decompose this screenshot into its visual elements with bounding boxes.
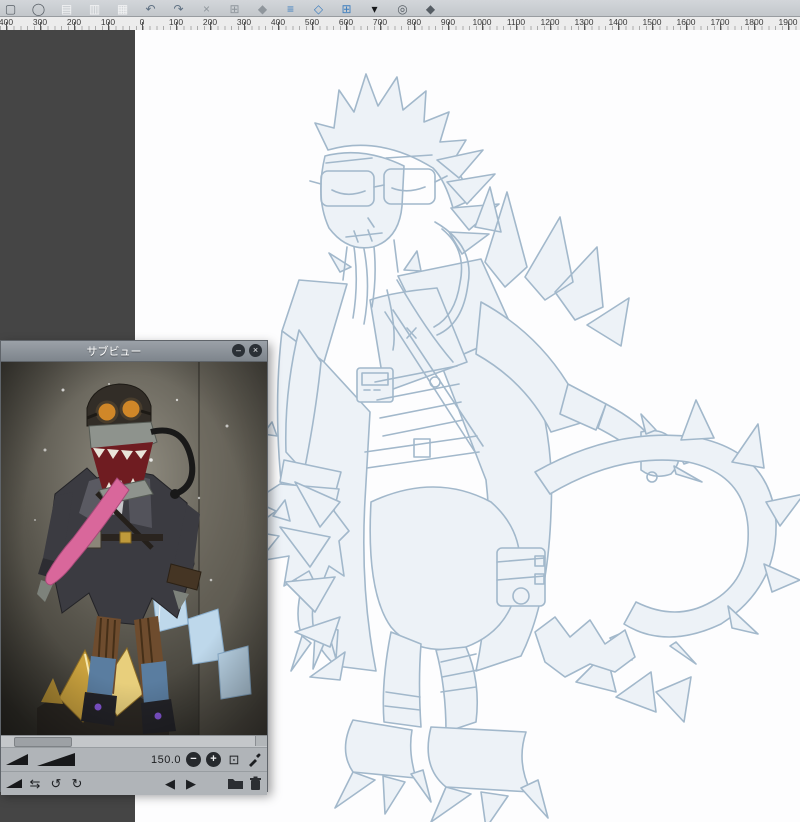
subview-image[interactable] [1, 362, 267, 735]
ruler-tick [652, 22, 653, 30]
rotate-cw-button[interactable]: ↻ [69, 776, 85, 791]
subview-title: サブビュー [86, 346, 142, 358]
ruler-tick [686, 22, 687, 30]
ruler-tick [482, 22, 483, 30]
ruler-tick [448, 22, 449, 30]
scrollbar-thumb[interactable] [14, 737, 72, 747]
ruler-label: 1900 [774, 17, 800, 27]
eyedropper-icon [249, 753, 261, 767]
new-canvas-icon[interactable]: ▤ [59, 0, 74, 16]
ruler-tick [40, 22, 41, 30]
prev-image-button[interactable]: ◀ [162, 776, 178, 791]
flip-horizontal-button[interactable]: ⇆ [27, 776, 43, 791]
ruler-tick [380, 22, 381, 30]
subview-nav-row: ⇆ ↺ ↻ ◀ ▶ [1, 771, 267, 795]
zoom-in-button[interactable]: + [206, 752, 221, 767]
zoom-slider-marker[interactable] [37, 753, 75, 766]
ruler-tick [414, 22, 415, 30]
rotate-ccw-button[interactable]: ↺ [48, 776, 64, 791]
minimize-button[interactable]: – [232, 344, 245, 357]
eyedropper-button[interactable] [247, 752, 262, 767]
snap-ruler-icon[interactable]: ≡ [283, 0, 298, 16]
ruler-tick [210, 22, 211, 30]
ruler-tick [516, 22, 517, 30]
redo-icon[interactable]: ↷ [171, 0, 186, 16]
rotate-view-icon[interactable]: ◯ [31, 0, 46, 16]
zoom-value: 150.0 [150, 753, 181, 766]
zoom-out-button[interactable]: − [186, 752, 201, 767]
object-tool-icon[interactable]: ▢ [3, 0, 18, 16]
ruler-tick [278, 22, 279, 30]
copy-icon[interactable]: ⊞ [227, 0, 242, 16]
zoom-slider[interactable] [6, 754, 28, 765]
trash-button[interactable] [249, 776, 262, 791]
open-folder-button[interactable] [227, 777, 244, 790]
ruler-tick [108, 22, 109, 30]
fill-icon[interactable]: ◆ [255, 0, 270, 16]
ruler-dropdown-icon[interactable]: ▾ [367, 0, 382, 16]
snap-special-ruler-icon[interactable]: ◇ [311, 0, 326, 16]
settings-icon[interactable]: ◆ [423, 0, 438, 16]
ruler-tick [550, 22, 551, 30]
ruler-tick [6, 22, 7, 30]
ruler-tick [74, 22, 75, 30]
snap-grid-icon[interactable]: ⊞ [339, 0, 354, 16]
folder-icon [228, 779, 243, 789]
ruler-tick [176, 22, 177, 30]
close-button[interactable]: × [249, 344, 262, 357]
top-toolbar: ▢ ◯ ▤ ▥ ▦ ↶ ↷ × ⊞ ◆ ≡ ◇ ⊞ ▾ ◎ ◆ [0, 0, 800, 17]
ruler-tick [584, 22, 585, 30]
save-file-icon[interactable]: ▦ [115, 0, 130, 16]
subview-panel: サブビュー – × 150.0 − + ⊡ ⇆ ↺ ↻ ◀ ▶ [0, 340, 268, 795]
undo-icon[interactable]: ↶ [143, 0, 158, 16]
subview-titlebar[interactable]: サブビュー – × [1, 341, 267, 362]
trash-icon [250, 776, 261, 790]
ruler-tick [754, 22, 755, 30]
ruler-tick [312, 22, 313, 30]
ruler-tick [244, 22, 245, 30]
compass-icon[interactable]: ◎ [395, 0, 410, 16]
ruler-tick [346, 22, 347, 30]
scrollbar-corner [255, 736, 267, 746]
horizontal-ruler: 4003002001000100200300400500600700800900… [0, 17, 800, 31]
delete-icon[interactable]: × [199, 0, 214, 16]
ruler-tick [142, 22, 143, 30]
next-image-button[interactable]: ▶ [183, 776, 199, 791]
rotate-slider[interactable] [6, 779, 22, 788]
reference-image [1, 362, 267, 735]
ruler-tick [720, 22, 721, 30]
ruler-label: 400 [0, 17, 20, 27]
subview-zoom-row: 150.0 − + ⊡ [1, 747, 267, 771]
subview-scrollbar[interactable] [1, 735, 267, 747]
fit-button[interactable]: ⊡ [226, 752, 242, 767]
ruler-tick [618, 22, 619, 30]
ruler-tick [788, 22, 789, 30]
open-file-icon[interactable]: ▥ [87, 0, 102, 16]
